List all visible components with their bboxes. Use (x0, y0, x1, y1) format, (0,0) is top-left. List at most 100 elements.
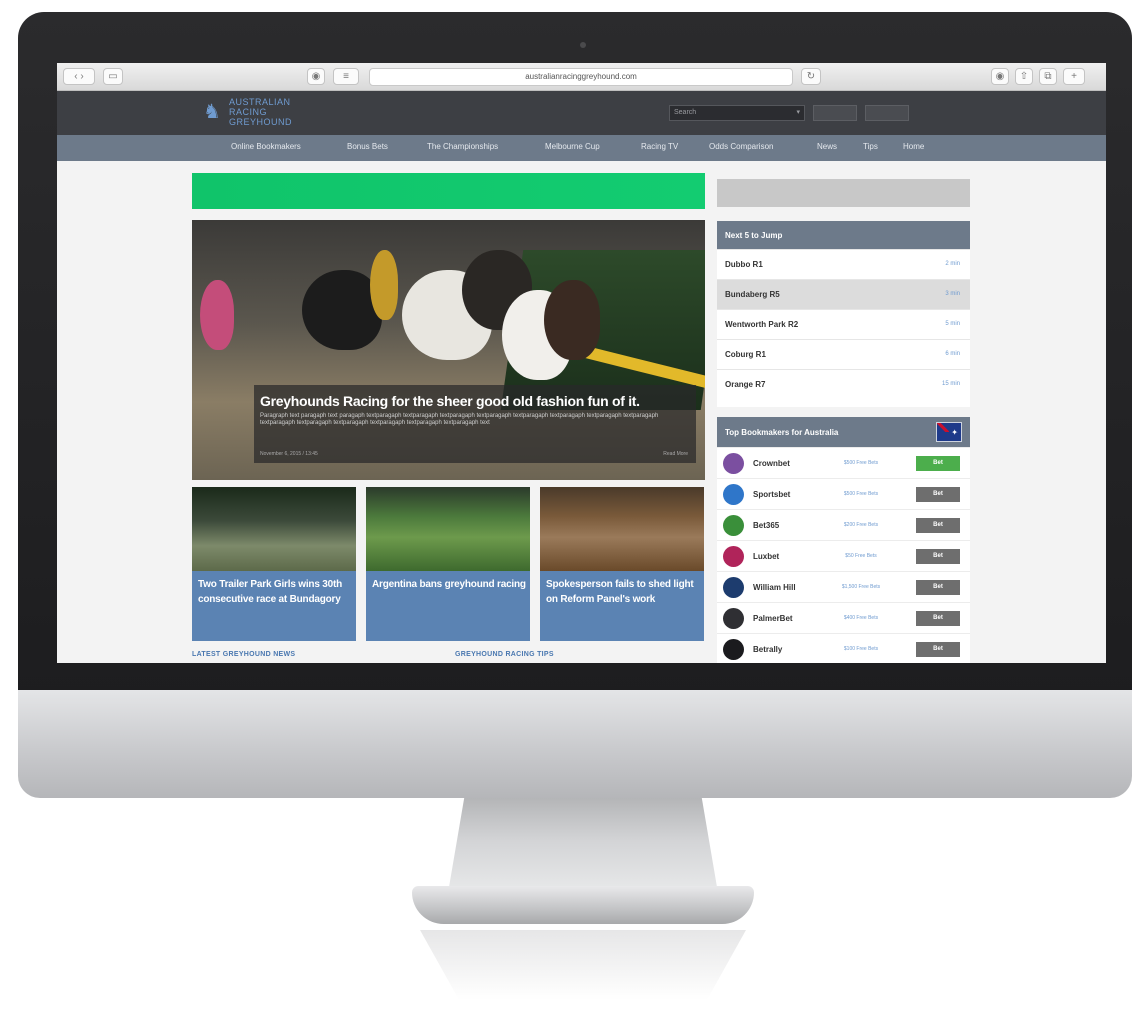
bookmaker-name: Luxbet (753, 552, 780, 561)
nav-tips[interactable]: Tips (863, 142, 878, 151)
bookmaker-name: PalmerBet (753, 614, 793, 623)
monitor-stand (448, 798, 718, 893)
australia-flag-icon[interactable] (936, 422, 962, 442)
address-bar[interactable]: australianracinggreyhound.com (369, 68, 793, 86)
bookmaker-list: Crownbet $500 Free Bets Bet Sportsbet $500 F… (717, 447, 970, 663)
news-card[interactable]: Two Trailer Park Girls wins 30th consecu… (192, 487, 356, 641)
share-icon[interactable]: ⇧ (1015, 68, 1033, 85)
bet-button[interactable]: Bet (916, 518, 960, 533)
header-button-1[interactable] (813, 105, 857, 121)
shield-icon[interactable]: ◉ (307, 68, 325, 85)
bookmaker-row[interactable]: Crownbet $500 Free Bets Bet (717, 447, 970, 478)
hero-feature[interactable]: Greyhounds Racing for the sheer good old… (192, 220, 705, 480)
back-forward-button[interactable]: ‹ › (63, 68, 95, 85)
news-card-title[interactable]: Two Trailer Park Girls wins 30th consecu… (198, 577, 352, 607)
read-more-link[interactable]: Read More (663, 451, 688, 457)
hero-title[interactable]: Greyhounds Racing for the sheer good old… (260, 393, 688, 409)
next-to-jump-panel: Next 5 to Jump Dubbo R1 2 min Bundaberg … (717, 221, 970, 407)
bet-button[interactable]: Bet (916, 456, 960, 471)
bet-button[interactable]: Bet (916, 642, 960, 657)
bookmaker-row[interactable]: Sportsbet $500 Free Bets Bet (717, 478, 970, 509)
reload-icon[interactable]: ↻ (801, 68, 821, 85)
bookmaker-logo-icon (723, 608, 744, 629)
news-card[interactable]: Spokesperson fails to shed light on Refo… (540, 487, 704, 641)
race-name: Coburg R1 (725, 350, 766, 359)
top-bookmakers-panel: Top Bookmakers for Australia Crownbet $50… (717, 417, 970, 663)
race-row[interactable]: Coburg R1 6 min (717, 339, 970, 369)
nav-online-bookmakers[interactable]: Online Bookmakers (231, 142, 301, 151)
nav-bonus-bets[interactable]: Bonus Bets (347, 142, 388, 151)
bet-button[interactable]: Bet (916, 611, 960, 626)
tabs-icon[interactable]: ⧉ (1039, 68, 1057, 85)
bookmaker-offer-link[interactable]: $500 Free Bets (829, 491, 893, 497)
sidebar-icon[interactable]: ▭ (103, 68, 123, 85)
bookmaker-row[interactable]: Bet365 $200 Free Bets Bet (717, 509, 970, 540)
race-countdown: 15 min (941, 381, 960, 387)
news-card-title[interactable]: Argentina bans greyhound racing (372, 577, 526, 592)
race-name: Dubbo R1 (725, 260, 763, 269)
nav-odds-comparison[interactable]: Odds Comparison (709, 142, 773, 151)
bookmaker-offer-link[interactable]: $100 Free Bets (829, 646, 893, 652)
header-button-2[interactable] (865, 105, 909, 121)
nav-racing-tv[interactable]: Racing TV (641, 142, 678, 151)
race-name: Bundaberg R5 (725, 290, 780, 299)
bookmaker-offer-link[interactable]: $1,500 Free Bets (829, 584, 893, 590)
browser-toolbar: ‹ › ▭ ◉ ≡ australianracinggreyhound.com … (57, 63, 1106, 91)
bookmaker-name: William Hill (753, 583, 796, 592)
bookmaker-offer-link[interactable]: $400 Free Bets (829, 615, 893, 621)
bookmaker-row[interactable]: PalmerBet $400 Free Bets Bet (717, 602, 970, 633)
sidebar-ad[interactable] (717, 179, 970, 207)
racing-tips-heading[interactable]: GREYHOUND RACING TIPS (455, 651, 554, 658)
nav-championships[interactable]: The Championships (427, 142, 498, 151)
bookmaker-row[interactable]: William Hill $1,500 Free Bets Bet (717, 571, 970, 602)
logo-line-1: AUSTRALIAN (229, 97, 291, 107)
hero-dog-3 (370, 250, 398, 320)
bet-button[interactable]: Bet (916, 549, 960, 564)
site-logo[interactable]: ♞ AUSTRALIAN RACING GREYHOUND (203, 96, 323, 130)
bookmaker-row[interactable]: Luxbet $50 Free Bets Bet (717, 540, 970, 571)
bookmaker-logo-icon (723, 639, 744, 660)
race-row[interactable]: Dubbo R1 2 min (717, 249, 970, 279)
bookmaker-offer-link[interactable]: $500 Free Bets (829, 460, 893, 466)
monitor-stand-base (412, 886, 754, 924)
main-nav: Online Bookmakers Bonus Bets The Champio… (57, 135, 1106, 161)
download-icon[interactable]: ◉ (991, 68, 1009, 85)
monitor-scene: ‹ › ▭ ◉ ≡ australianracinggreyhound.com … (0, 0, 1132, 1012)
news-card[interactable]: Argentina bans greyhound racing (366, 487, 530, 641)
bookmaker-name: Betrally (753, 645, 783, 654)
bookmaker-offer-link[interactable]: $50 Free Bets (829, 553, 893, 559)
logo-wordmark: AUSTRALIAN RACING GREYHOUND (229, 97, 292, 127)
bookmaker-offer-link[interactable]: $200 Free Bets (829, 522, 893, 528)
race-countdown: 2 min (945, 261, 960, 267)
bookmaker-row[interactable]: Betrally $100 Free Bets Bet (717, 633, 970, 663)
nav-news[interactable]: News (817, 142, 837, 151)
stand-reflection (420, 930, 746, 1000)
bookmaker-name: Sportsbet (753, 490, 791, 499)
nav-home[interactable]: Home (903, 142, 924, 151)
browser-screen: ‹ › ▭ ◉ ≡ australianracinggreyhound.com … (57, 63, 1106, 663)
bookmaker-name: Crownbet (753, 459, 790, 468)
new-tab-button[interactable]: + (1063, 68, 1085, 85)
hero-excerpt: Paragraph text paragaph text paragaph te… (260, 413, 659, 426)
latest-news-heading[interactable]: LATEST GREYHOUND NEWS (192, 651, 295, 658)
logo-line-2: RACING (229, 107, 268, 117)
camera-icon (580, 42, 586, 48)
nav-melbourne-cup[interactable]: Melbourne Cup (545, 142, 600, 151)
bet-button[interactable]: Bet (916, 487, 960, 502)
race-row[interactable]: Wentworth Park R2 5 min (717, 309, 970, 339)
chevron-down-icon: ▾ (796, 109, 800, 116)
reader-icon[interactable]: ≡ (333, 68, 359, 85)
news-card-title[interactable]: Spokesperson fails to shed light on Refo… (546, 577, 700, 607)
top-bookmakers-title: Top Bookmakers for Australia (725, 428, 839, 437)
race-name: Orange R7 (725, 380, 766, 389)
hero-dog-7 (544, 280, 600, 360)
race-row[interactable]: Orange R7 15 min (717, 369, 970, 399)
race-row[interactable]: Bundaberg R5 3 min (717, 279, 970, 309)
race-countdown: 6 min (945, 351, 960, 357)
search-input[interactable]: Search ▾ (669, 105, 805, 121)
hero-caption: Greyhounds Racing for the sheer good old… (254, 385, 696, 463)
logo-line-3: GREYHOUND (229, 117, 293, 127)
bookmaker-logo-icon (723, 515, 744, 536)
ad-banner[interactable] (192, 173, 705, 209)
bet-button[interactable]: Bet (916, 580, 960, 595)
